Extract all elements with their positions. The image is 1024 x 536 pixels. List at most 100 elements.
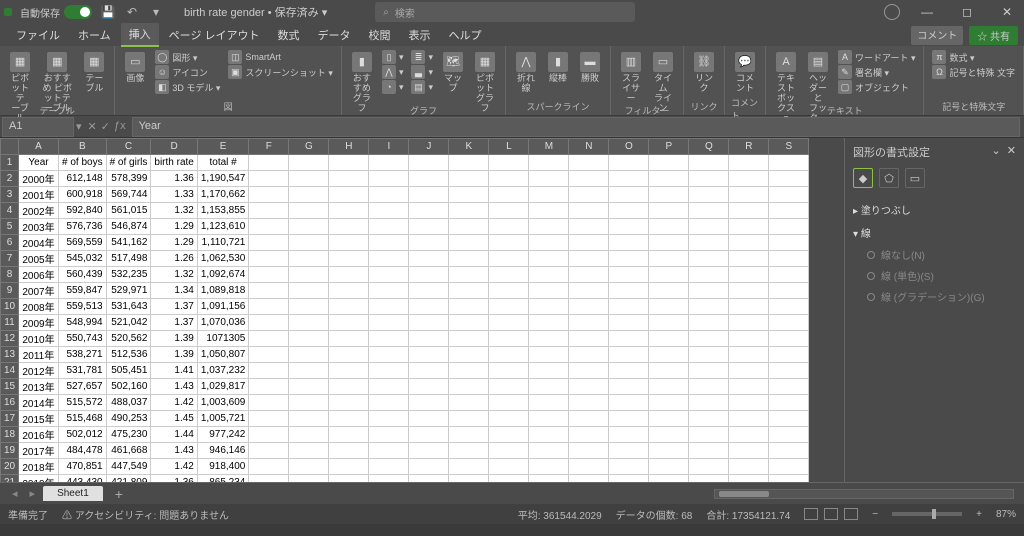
pivotchart-button[interactable]: ▦ピボットグラフ: [471, 50, 499, 116]
cell[interactable]: 569,559: [59, 235, 107, 251]
cell[interactable]: [729, 187, 769, 203]
row-header[interactable]: 15: [1, 379, 19, 395]
cell[interactable]: [769, 379, 809, 395]
cell[interactable]: [369, 155, 409, 171]
cell[interactable]: 531,781: [59, 363, 107, 379]
cell[interactable]: 1.43: [151, 379, 197, 395]
cell[interactable]: 2004年: [19, 235, 59, 251]
cell[interactable]: [689, 347, 729, 363]
cell[interactable]: 977,242: [197, 427, 249, 443]
cell[interactable]: [769, 219, 809, 235]
shapes-button[interactable]: ◯図形 ▾: [153, 50, 222, 64]
cell[interactable]: [249, 331, 289, 347]
cell[interactable]: [529, 395, 569, 411]
cell[interactable]: [569, 219, 609, 235]
cell[interactable]: [329, 363, 369, 379]
cell[interactable]: [369, 315, 409, 331]
cell[interactable]: [249, 411, 289, 427]
cell[interactable]: [689, 251, 729, 267]
cell[interactable]: 1.43: [151, 443, 197, 459]
cell[interactable]: [609, 235, 649, 251]
cell[interactable]: 946,146: [197, 443, 249, 459]
cell[interactable]: 1,003,609: [197, 395, 249, 411]
cell[interactable]: [569, 347, 609, 363]
cell[interactable]: [289, 283, 329, 299]
cell[interactable]: [609, 203, 649, 219]
cell[interactable]: 1.44: [151, 427, 197, 443]
cell[interactable]: [449, 267, 489, 283]
cell[interactable]: 559,513: [59, 299, 107, 315]
cell[interactable]: [689, 459, 729, 475]
cell[interactable]: Year: [19, 155, 59, 171]
cell[interactable]: [729, 379, 769, 395]
cell[interactable]: 521,042: [106, 315, 151, 331]
cell[interactable]: [649, 395, 689, 411]
cell[interactable]: 1,050,807: [197, 347, 249, 363]
effects-tab-icon[interactable]: ⬠: [879, 168, 899, 188]
row-header[interactable]: 19: [1, 443, 19, 459]
sheet-prev-icon[interactable]: ◂: [8, 487, 22, 500]
cell[interactable]: [409, 443, 449, 459]
close-button[interactable]: ✕: [994, 5, 1020, 19]
cell[interactable]: 2007年: [19, 283, 59, 299]
cell[interactable]: 490,253: [106, 411, 151, 427]
row-header[interactable]: 3: [1, 187, 19, 203]
cell[interactable]: 1.32: [151, 267, 197, 283]
cell[interactable]: [729, 203, 769, 219]
cell[interactable]: 515,572: [59, 395, 107, 411]
menu-tab-0[interactable]: ファイル: [8, 24, 68, 46]
cell[interactable]: [289, 395, 329, 411]
cell[interactable]: [289, 235, 329, 251]
fill-section[interactable]: ▸ 塗りつぶし: [853, 198, 1016, 221]
cell[interactable]: [409, 411, 449, 427]
fill-tab-icon[interactable]: ◆: [853, 168, 873, 188]
cell[interactable]: [369, 475, 409, 483]
cell[interactable]: [289, 299, 329, 315]
cell[interactable]: [569, 251, 609, 267]
cell[interactable]: [729, 315, 769, 331]
cell[interactable]: [489, 411, 529, 427]
smartart-button[interactable]: ◫SmartArt: [226, 50, 335, 64]
cell[interactable]: # of boys: [59, 155, 107, 171]
cell[interactable]: [249, 363, 289, 379]
undo-icon[interactable]: ↶: [124, 4, 140, 20]
cell[interactable]: [529, 331, 569, 347]
horizontal-scrollbar[interactable]: [714, 489, 1014, 499]
cell[interactable]: [409, 251, 449, 267]
maps-button[interactable]: 🗺マップ: [439, 50, 467, 96]
icons-button[interactable]: ☺アイコン: [153, 65, 222, 79]
cell[interactable]: 1.42: [151, 459, 197, 475]
cell[interactable]: [649, 475, 689, 483]
cell[interactable]: [609, 283, 649, 299]
cell[interactable]: 532,235: [106, 267, 151, 283]
autosave-toggle[interactable]: 自動保存: [20, 5, 92, 20]
cell[interactable]: [609, 187, 649, 203]
menu-tab-5[interactable]: データ: [310, 24, 359, 46]
cell[interactable]: [329, 187, 369, 203]
sparkline-winloss-button[interactable]: ▬勝敗: [576, 50, 604, 86]
cell[interactable]: [689, 331, 729, 347]
cell[interactable]: [249, 315, 289, 331]
cell[interactable]: 918,400: [197, 459, 249, 475]
cell[interactable]: 447,549: [106, 459, 151, 475]
cell[interactable]: [369, 251, 409, 267]
col-header[interactable]: B: [59, 139, 107, 155]
formula-input[interactable]: Year: [132, 117, 1020, 137]
cell[interactable]: [649, 267, 689, 283]
cell[interactable]: [649, 443, 689, 459]
cell[interactable]: [249, 395, 289, 411]
col-header[interactable]: D: [151, 139, 197, 155]
sheet-tab[interactable]: Sheet1: [43, 486, 103, 501]
symbol-button[interactable]: Ω記号と特殊 文字: [930, 65, 1017, 79]
cell[interactable]: 578,399: [106, 171, 151, 187]
cell[interactable]: 546,874: [106, 219, 151, 235]
cell[interactable]: [529, 315, 569, 331]
zoom-out-icon[interactable]: −: [872, 509, 878, 520]
cell[interactable]: [529, 235, 569, 251]
cell[interactable]: [449, 235, 489, 251]
cell[interactable]: [369, 267, 409, 283]
cell[interactable]: 2001年: [19, 187, 59, 203]
cell[interactable]: [729, 411, 769, 427]
cell[interactable]: [489, 459, 529, 475]
col-header[interactable]: E: [197, 139, 249, 155]
